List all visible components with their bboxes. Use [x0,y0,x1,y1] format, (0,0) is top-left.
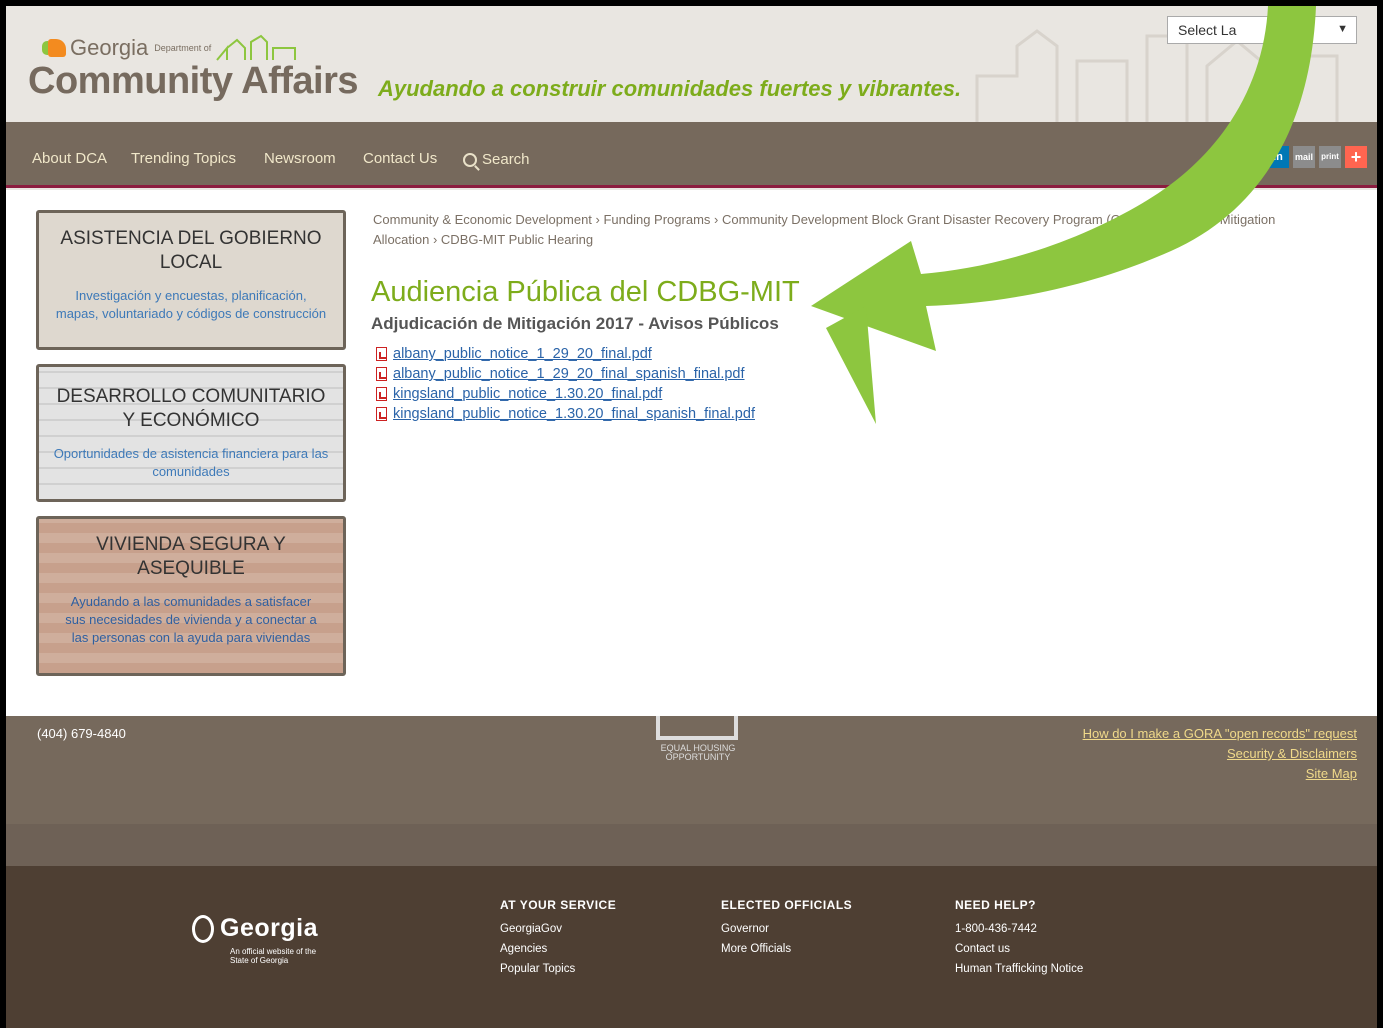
equal-housing-icon [656,716,738,740]
print-icon[interactable]: print [1319,146,1341,168]
file-item: kingsland_public_notice_1.30.20_final_sp… [376,404,755,424]
footer-column-heading: NEED HELP? [955,898,1037,912]
georgia-state-logo[interactable]: Georgia An official website of the State… [192,914,326,965]
footer-link[interactable]: Governor [721,919,852,939]
footer-links: How do I make a GORA "open records" requ… [1083,724,1357,784]
footer-link[interactable]: Popular Topics [500,959,616,979]
card-description: Oportunidades de asistencia financiera p… [53,446,329,479]
site-header: Georgia Department of Community Affairs … [6,6,1377,122]
file-item: albany_public_notice_1_29_20_final_spani… [376,364,755,384]
footer-column-need-help: NEED HELP? 1-800-436-7442 Contact us Hum… [955,898,1083,979]
pdf-icon [376,407,387,421]
card-safe-affordable-housing[interactable]: VIVIENDA SEGURA Y ASEQUIBLE Ayudando a l… [36,516,346,676]
footer-link-site-map[interactable]: Site Map [1083,764,1357,784]
card-community-economic-development[interactable]: DESARROLLO COMUNITARIO Y ECONÓMICO Oport… [36,364,346,502]
card-description: Investigación y encuestas, planificación… [55,288,327,321]
footer-link-security[interactable]: Security & Disclaimers [1083,744,1357,764]
nav-newsroom[interactable]: Newsroom [264,150,336,167]
file-list: albany_public_notice_1_29_20_final.pdf a… [376,344,755,424]
footer-contact: (404) 679-4840 EQUAL HOUSING OPPORTUNITY… [6,716,1377,824]
search-icon [463,152,477,167]
equal-housing-logo: EQUAL HOUSING OPPORTUNITY [656,716,740,768]
georgia-logo-text: Georgia [220,914,318,942]
logo-main-text: Community Affairs [28,60,359,102]
footer-phone-link[interactable]: 1-800-436-7442 [955,919,1083,939]
footer-link-open-records[interactable]: How do I make a GORA "open records" requ… [1083,724,1357,744]
equal-housing-text: EQUAL HOUSING OPPORTUNITY [660,743,736,762]
pdf-icon [376,387,387,401]
file-item: kingsland_public_notice_1.30.20_final.pd… [376,384,755,404]
card-local-government-assistance[interactable]: ASISTENCIA DEL GOBIERNO LOCAL Investigac… [36,210,346,350]
nav-about-dca[interactable]: About DCA [32,150,107,167]
footer-phone: (404) 679-4840 [37,726,126,741]
georgia-peach-icon [192,914,214,943]
georgia-logo-subtext: An official website of the State of Geor… [230,947,317,965]
pdf-icon [376,347,387,361]
chevron-down-icon: ▼ [1337,23,1348,35]
footer-column-heading: AT YOUR SERVICE [500,898,617,912]
file-item: albany_public_notice_1_29_20_final.pdf [376,344,755,364]
file-link[interactable]: kingsland_public_notice_1.30.20_final.pd… [393,386,662,402]
logo-georgia: Georgia Department of [42,34,305,62]
logo-georgia-text: Georgia [70,35,149,60]
card-title: ASISTENCIA DEL GOBIERNO LOCAL [60,228,322,273]
footer-column-elected-officials: ELECTED OFFICIALS Governor More Official… [721,898,852,959]
twitter-icon[interactable]: t [1241,146,1263,168]
georgia-peach-icon [42,39,66,57]
share-plus-icon[interactable]: + [1345,146,1367,168]
card-title: DESARROLLO COMUNITARIO Y ECONÓMICO [56,386,326,431]
facebook-icon[interactable]: f [1215,146,1237,168]
footer-link[interactable]: Human Trafficking Notice [955,959,1083,979]
file-link[interactable]: albany_public_notice_1_29_20_final_spani… [393,366,745,382]
main-content: ASISTENCIA DEL GOBIERNO LOCAL Investigac… [6,190,1377,716]
footer-link[interactable]: GeorgiaGov [500,919,616,939]
site-tagline: Ayudando a construir comunidades fuertes… [378,76,962,101]
footer-link[interactable]: More Officials [721,939,852,959]
footer-band [6,824,1377,866]
footer-link[interactable]: Contact us [955,939,1083,959]
email-icon[interactable]: mail [1293,146,1315,168]
page-title: Audiencia Pública del CDBG-MIT [371,276,800,308]
file-link[interactable]: kingsland_public_notice_1.30.20_final_sp… [393,406,755,422]
page-subtitle: Adjudicación de Mitigación 2017 - Avisos… [371,314,779,333]
nav-search[interactable]: Search [463,151,530,168]
nav-contact-us[interactable]: Contact Us [363,150,437,167]
logo-dept-text: Department of [154,43,212,53]
nav-trending-topics[interactable]: Trending Topics [131,150,236,167]
footer-column-at-your-service: AT YOUR SERVICE GeorgiaGov Agencies Popu… [500,898,616,979]
footer-link[interactable]: Agencies [500,939,616,959]
breadcrumb[interactable]: Community & Economic Development › Fundi… [373,210,1333,250]
dca-logo[interactable]: Georgia Department of Community Affairs [28,20,368,110]
file-link[interactable]: albany_public_notice_1_29_20_final.pdf [393,346,652,362]
footer-column-heading: ELECTED OFFICIALS [721,898,853,912]
logo-houses-icon [216,34,297,61]
card-title: VIVIENDA SEGURA Y ASEQUIBLE [96,534,286,579]
main-nav: About DCA Trending Topics Newsroom Conta… [6,122,1377,188]
pdf-icon [376,367,387,381]
nav-search-label: Search [482,151,530,168]
linkedin-icon[interactable]: in [1267,146,1289,168]
footer-state: Georgia An official website of the State… [6,866,1377,1028]
card-description: Ayudando a las comunidades a satisfacer … [65,594,317,645]
language-select[interactable]: Select La ▼ [1167,16,1357,44]
browser-viewport: Georgia Department of Community Affairs … [0,0,1383,1028]
language-select-value: Select La [1178,22,1237,38]
